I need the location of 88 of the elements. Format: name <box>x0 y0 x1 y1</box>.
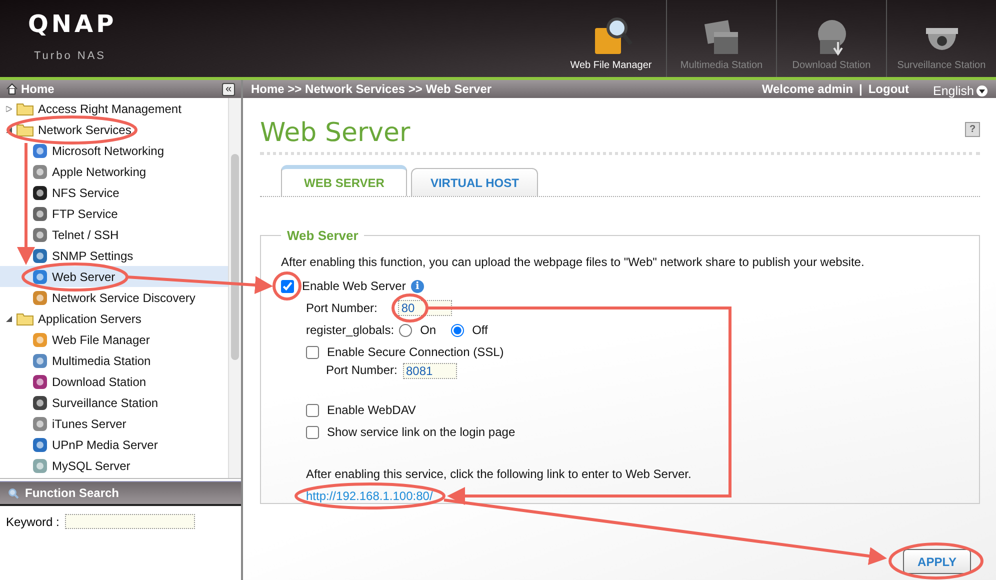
breadcrumb: Home >> Network Services >> Web Server <box>251 82 493 96</box>
apply-button[interactable]: APPLY <box>903 549 971 574</box>
welcome-text: Welcome admin <box>762 82 853 96</box>
checkbox-label: Show service link on the login page <box>327 425 516 439</box>
dome-camera-icon <box>926 28 958 50</box>
tree-item[interactable]: Apple Networking <box>52 164 146 178</box>
language-selector[interactable]: English <box>915 84 988 98</box>
service-icon <box>32 142 48 158</box>
tree-item[interactable]: UPnP Media Server <box>52 438 158 452</box>
service-icon <box>32 416 48 432</box>
search-icon <box>8 488 19 498</box>
checkbox[interactable] <box>281 280 294 292</box>
service-icon <box>32 248 48 264</box>
description-text: After enabling this service, click the following link to enter to Web Server. <box>306 467 692 481</box>
radio-button[interactable] <box>399 324 412 336</box>
panel-title: Function Search <box>25 486 120 500</box>
description-text: After enabling this function, you can upload the webpage files to "Web" network share to publish your website. <box>281 255 864 269</box>
tree-item[interactable]: Application Servers <box>38 312 142 326</box>
tree-item[interactable]: iTunes Server <box>52 416 126 430</box>
app-launcher-button[interactable]: Surveillance Station <box>886 0 996 77</box>
service-icon <box>32 352 48 368</box>
collapse-triangle-icon[interactable] <box>6 316 12 322</box>
tree-item[interactable]: NFS Service <box>52 186 120 200</box>
field-label: Port Number: <box>306 301 378 315</box>
tree-item[interactable]: Multimedia Station <box>52 354 151 368</box>
service-icon <box>32 226 48 242</box>
collapse-button[interactable]: « <box>222 82 235 96</box>
tree-item[interactable]: SNMP Settings <box>52 248 134 262</box>
expand-triangle-icon[interactable] <box>6 106 12 112</box>
service-icon <box>32 290 48 306</box>
folder-magnifier-icon <box>595 18 633 54</box>
tree-item[interactable]: Web File Manager <box>52 332 150 346</box>
page-title: Web Server <box>260 118 410 148</box>
service-icon <box>32 458 48 474</box>
radio-label: Off <box>472 323 488 337</box>
service-icon <box>32 206 48 222</box>
field-label: Port Number: <box>326 363 398 377</box>
checkbox-label: Enable Web Server <box>302 279 406 293</box>
tree-item[interactable]: Network Service Discovery <box>52 290 196 304</box>
section-title: Web Server <box>286 228 360 243</box>
service-icon <box>32 394 48 410</box>
keyword-field[interactable] <box>65 514 196 529</box>
home-link[interactable]: Home <box>21 82 54 96</box>
service-icon <box>32 332 48 348</box>
port-field[interactable]: 8081 <box>403 363 457 379</box>
tree-item[interactable]: Microsoft Networking <box>52 144 164 158</box>
tree-item[interactable]: Telnet / SSH <box>52 228 119 242</box>
scrollbar[interactable] <box>228 98 241 478</box>
tree-item[interactable]: FTP Service <box>52 206 118 220</box>
checkbox[interactable] <box>306 426 319 438</box>
qnap-logo: QNAP <box>28 10 117 38</box>
field-label: register_globals: <box>306 323 394 337</box>
field-label: Keyword : <box>6 514 60 528</box>
service-icon <box>32 268 48 284</box>
tree-item[interactable]: MySQL Server <box>52 458 130 472</box>
tab[interactable]: VIRTUAL HOST <box>411 168 538 196</box>
highlight-ellipse <box>392 294 428 322</box>
radio-label: On <box>420 323 436 337</box>
folder-icon <box>16 122 34 136</box>
info-icon[interactable]: i <box>410 280 424 292</box>
tree-item[interactable]: Network Services <box>38 122 132 136</box>
tree-item[interactable]: Access Right Management <box>38 102 182 116</box>
folder-icon <box>16 102 34 116</box>
dropdown-icon <box>976 85 988 97</box>
tree-item[interactable]: Download Station <box>52 374 146 388</box>
app-launcher-button[interactable]: Web File Manager <box>556 0 666 77</box>
service-icon <box>32 374 48 390</box>
folder-icon <box>16 312 34 326</box>
film-photos-icon <box>704 20 738 54</box>
product-name: Turbo NAS <box>33 50 108 62</box>
highlight-circle <box>272 272 302 300</box>
globe-download-icon <box>818 20 846 56</box>
help-button[interactable]: ? <box>965 122 980 137</box>
tree-item[interactable]: Surveillance Station <box>52 396 158 410</box>
collapse-triangle-icon[interactable] <box>6 126 12 132</box>
checkbox-label: Enable WebDAV <box>327 403 416 417</box>
checkbox-label: Enable Secure Connection (SSL) <box>327 345 504 359</box>
checkbox[interactable] <box>306 346 319 358</box>
separator: | <box>858 82 862 96</box>
tree-item[interactable]: Web Server <box>52 270 116 284</box>
checkbox[interactable] <box>306 404 319 416</box>
service-icon <box>32 184 48 200</box>
home-icon <box>6 83 18 95</box>
service-icon <box>32 436 48 452</box>
service-icon <box>32 164 48 180</box>
server-link[interactable]: http://192.168.1.100:80/ <box>306 489 433 503</box>
logout-link[interactable]: Logout <box>868 82 909 96</box>
radio-button[interactable] <box>451 324 464 336</box>
